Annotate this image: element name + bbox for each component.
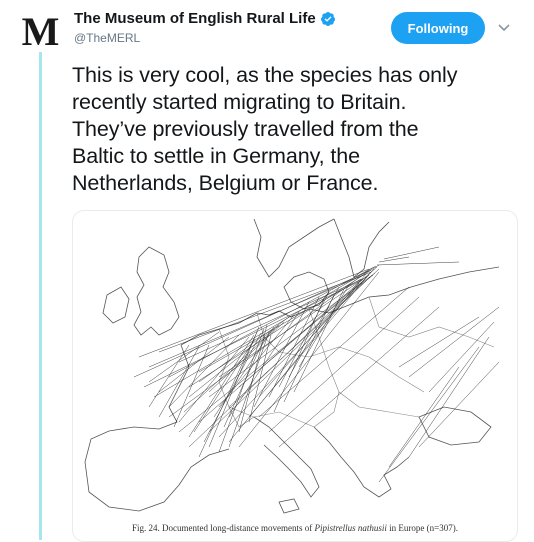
avatar[interactable]: M <box>20 12 60 52</box>
user-handle[interactable]: @TheMERL <box>74 31 336 45</box>
tweet-line: This is very cool, as the species has on… <box>72 63 458 87</box>
caption-species: Pipistrellus nathusii <box>314 523 387 533</box>
display-name[interactable]: The Museum of English Rural Life <box>74 10 316 27</box>
tweet-line: Netherlands, Belgium or France. <box>72 171 379 195</box>
tweet-text: This is very cool, as the species has on… <box>72 62 524 197</box>
tweet-line: They’ve previously travelled from the <box>72 117 419 141</box>
caption-prefix: Fig. 24. Documented long-distance moveme… <box>132 523 315 533</box>
media-card[interactable]: Fig. 24. Documented long-distance moveme… <box>72 210 518 542</box>
bat-migration-map-image <box>79 217 511 517</box>
avatar-logo-letter: M <box>21 9 60 54</box>
verified-badge-icon <box>320 11 335 26</box>
display-name-row: The Museum of English Rural Life <box>74 10 336 27</box>
user-block: The Museum of English Rural Life @TheMER… <box>74 10 336 45</box>
tweet-line: Baltic to settle in Germany, the <box>72 144 360 168</box>
caption-suffix: in Europe (n=307). <box>386 523 458 533</box>
thread-line <box>39 48 42 540</box>
figure-caption: Fig. 24. Documented long-distance moveme… <box>73 523 517 533</box>
tweet-line: recently started migrating to Britain. <box>72 90 407 114</box>
chevron-down-icon[interactable] <box>497 20 511 34</box>
following-button[interactable]: Following <box>391 12 485 44</box>
